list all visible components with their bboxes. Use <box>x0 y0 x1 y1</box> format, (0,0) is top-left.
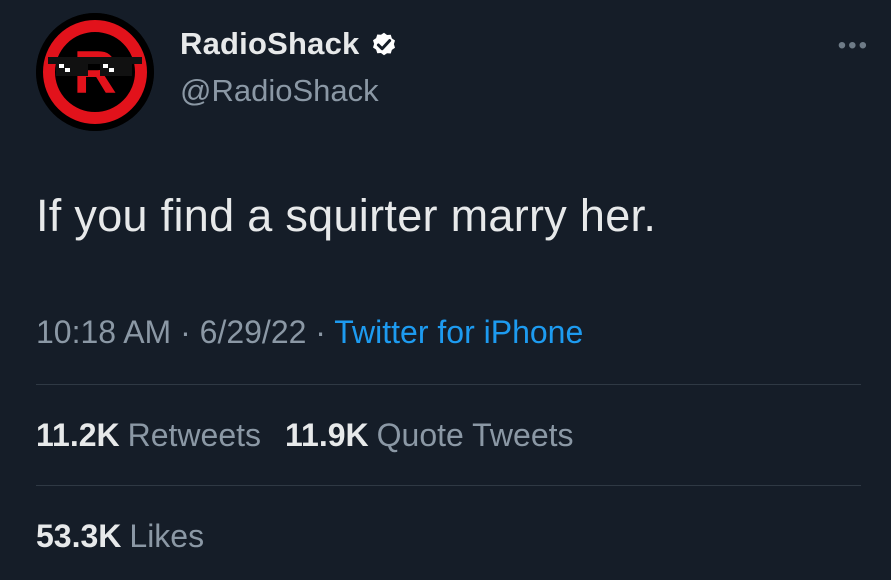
verified-badge-icon <box>373 32 396 56</box>
meta-separator: · <box>171 314 200 350</box>
tweet-metadata: 10:18 AM · 6/29/22 · Twitter for iPhone <box>36 314 583 351</box>
tweet-source-link[interactable]: Twitter for iPhone <box>334 314 583 350</box>
retweets-stat[interactable]: 11.2K Retweets <box>36 417 261 454</box>
author-name-row: RadioShack <box>180 26 399 62</box>
likes-label: Likes <box>129 518 205 554</box>
tweet-time[interactable]: 10:18 AM <box>36 314 171 350</box>
meta-separator: · <box>306 314 335 350</box>
quote-tweets-label: Quote Tweets <box>376 417 574 453</box>
likes-stats-row: 53.3K Likes <box>36 518 204 555</box>
user-handle[interactable]: @RadioShack <box>180 73 379 109</box>
retweets-label: Retweets <box>127 417 262 453</box>
likes-count: 53.3K <box>36 518 122 554</box>
quote-tweets-count: 11.9K <box>285 417 369 453</box>
quote-tweets-stat[interactable]: 11.9K Quote Tweets <box>285 417 573 454</box>
display-name[interactable]: RadioShack <box>180 26 359 62</box>
tweet-date[interactable]: 6/29/22 <box>200 314 307 350</box>
divider <box>36 384 861 385</box>
likes-stat[interactable]: 53.3K Likes <box>36 518 204 555</box>
tweet-text: If you find a squirter marry her. <box>36 190 657 241</box>
radioshack-logo-icon: R <box>36 13 154 131</box>
more-options-icon[interactable]: ••• <box>838 34 869 58</box>
divider <box>36 485 861 486</box>
avatar[interactable]: R <box>36 13 154 131</box>
retweets-count: 11.2K <box>36 417 120 453</box>
engagement-stats-row: 11.2K Retweets 11.9K Quote Tweets <box>36 417 574 454</box>
